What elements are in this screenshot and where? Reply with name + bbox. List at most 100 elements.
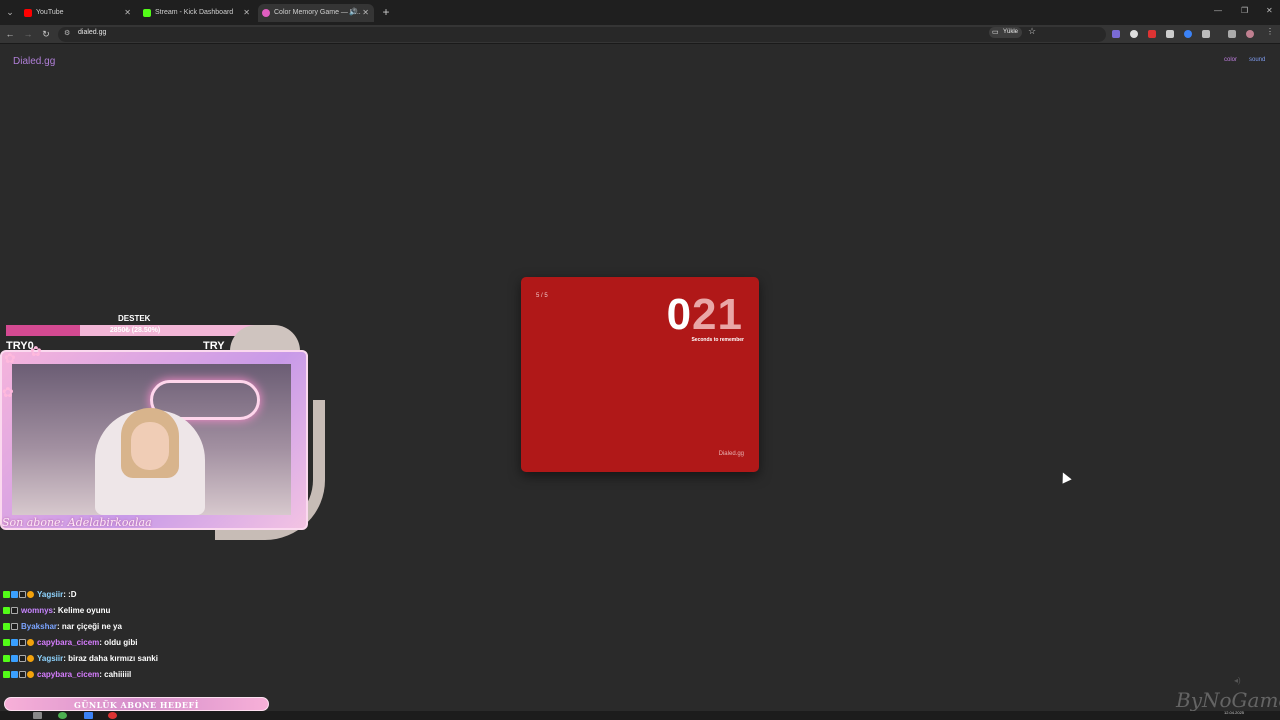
stream-chat: Yagsiir: :D womnys: Kelime oyunu Byakshar:… [3,590,323,686]
bookmark-star-icon[interactable]: ☆ [1028,26,1036,37]
tab-title: YouTube [36,9,64,16]
coin-badge-icon [27,655,34,663]
card-watermark: Dialed.gg [718,451,744,457]
speaker-icon[interactable]: 🔊 [349,4,358,22]
puzzle-icon[interactable] [1202,30,1210,38]
obs-icon[interactable] [108,712,117,719]
extension-blue-icon[interactable] [1184,30,1192,38]
close-icon[interactable]: ✕ [362,4,369,22]
chat-username[interactable]: Yagsiir [37,654,63,663]
dialed-icon [262,9,270,17]
chat-text: : nar çiçeği ne ya [57,622,122,631]
flower-icon: ✿ [4,350,16,366]
minimize-icon[interactable]: — [1214,6,1222,15]
sub-badge-icon [11,639,18,647]
flower-icon: ✿ [2,384,14,400]
chat-message: womnys: Kelime oyunu [3,606,323,622]
countdown-timer: 021 [667,291,743,339]
watermark-logo: ByNoGame [1176,688,1280,712]
kick-badge-icon [3,639,10,647]
brand-logo[interactable]: Dialed.gg [13,56,55,67]
chat-text: : :D [63,590,77,599]
address-bar[interactable]: ⚙ dialed.gg [58,27,1106,42]
chat-text: : biraz daha kırmızı sanki [63,654,158,663]
cat-ears-decoration [230,325,300,351]
tab-search-icon[interactable]: ⌄ [4,6,16,18]
browser-toolbar: ← → ↻ ⚙ dialed.gg ▭ Yükle ☆ ⋮ [0,25,1280,44]
chat-text: : cahiiiiil [99,670,132,679]
chat-message: Yagsiir: biraz daha kırmızı sanki [3,654,323,670]
site-info-icon[interactable]: ⚙ [64,29,70,37]
tab-title: Stream - Kick Dashboard [155,9,234,16]
sub-badge-icon [11,655,18,663]
color-memory-card: 5 / 5 021 Seconds to remember Dialed.gg [521,277,759,472]
kick-badge-icon [3,607,10,615]
coin-badge-icon [27,591,34,599]
timer-remaining-digits: 21 [692,290,743,339]
chat-text: : oldu gibi [99,638,138,647]
install-button[interactable]: ▭ Yükle [989,27,1023,38]
coin-badge-icon [27,671,34,679]
kick-badge-icon [3,655,10,663]
color-link[interactable]: color [1224,57,1237,63]
chat-message: capybara_cicem: oldu gibi [3,638,323,654]
timer-lead-digit: 0 [666,290,693,339]
back-icon[interactable]: ← [4,28,16,40]
donation-goal-text: 2850₺ (28.50%) [109,327,161,334]
kick-badge-icon [3,671,10,679]
mod-badge-icon [19,655,26,663]
extension-pen-icon[interactable] [1112,30,1120,38]
mod-badge-icon [11,623,18,631]
daily-sub-goal-label: GÜNLÜK ABONE HEDEFİ [74,700,199,710]
mouse-cursor-icon [1058,470,1072,484]
tab-kick-dashboard[interactable]: Stream - Kick Dashboard ✕ [139,4,255,22]
restore-icon[interactable]: ❐ [1241,6,1248,15]
last-subscriber: Son abone: Adelabirkoalaa [2,516,152,529]
sound-link[interactable]: sound [1249,57,1265,63]
volume-icon[interactable]: ◂) [1234,676,1241,685]
file-explorer-icon[interactable] [33,712,42,719]
chat-text: : Kelime oyunu [53,606,111,615]
taskbar-date: 12.04.2025 [1224,710,1245,715]
forward-icon[interactable]: → [22,28,34,40]
install-icon: ▭ [992,29,999,36]
daily-sub-goal-bar: GÜNLÜK ABONE HEDEFİ [4,697,269,711]
app-icon[interactable] [84,712,93,719]
browser-tab-strip: ⌄ YouTube ✕ Stream - Kick Dashboard ✕ Co… [0,0,1280,25]
mod-badge-icon [11,607,18,615]
shield-icon[interactable] [1166,30,1174,38]
profile-avatar[interactable] [1246,30,1254,38]
chat-username[interactable]: womnys [21,606,53,615]
close-icon[interactable]: ✕ [124,4,131,22]
chrome-icon[interactable] [58,712,67,719]
reading-list-icon[interactable] [1228,30,1236,38]
extension-red-icon[interactable] [1148,30,1156,38]
tab-youtube[interactable]: YouTube ✕ [20,4,136,22]
chat-username[interactable]: capybara_cicem [37,670,99,679]
chat-message: Yagsiir: :D [3,590,323,606]
sub-badge-icon [11,671,18,679]
kick-badge-icon [3,623,10,631]
taskbar: 12.04.2025 [0,711,1280,720]
close-icon[interactable]: ✕ [243,4,250,22]
tab-color-memory-game[interactable]: Color Memory Game — H... 🔊 ✕ [258,4,374,22]
close-window-icon[interactable]: ✕ [1266,6,1273,15]
donation-goal-title: DESTEK [118,314,151,323]
chat-username[interactable]: Byakshar [21,622,57,631]
sub-badge-icon [11,591,18,599]
chat-message: capybara_cicem: cahiiiiil [3,670,323,686]
tab-title: Color Memory Game — H... [274,9,361,16]
menu-kebab-icon[interactable]: ⋮ [1266,27,1274,36]
chat-username[interactable]: Yagsiir [37,590,63,599]
round-counter: 5 / 5 [536,293,548,299]
new-tab-button[interactable]: + [379,5,393,19]
extension-mic-icon[interactable] [1130,30,1138,38]
address-url[interactable]: dialed.gg [78,29,106,36]
reload-icon[interactable]: ↻ [40,28,52,40]
chat-username[interactable]: capybara_cicem [37,638,99,647]
kick-icon [143,9,151,17]
donation-goal-bar: 2850₺ (28.50%) [6,325,264,336]
streamer-face [131,422,169,470]
youtube-icon [24,9,32,17]
kick-badge-icon [3,591,10,599]
